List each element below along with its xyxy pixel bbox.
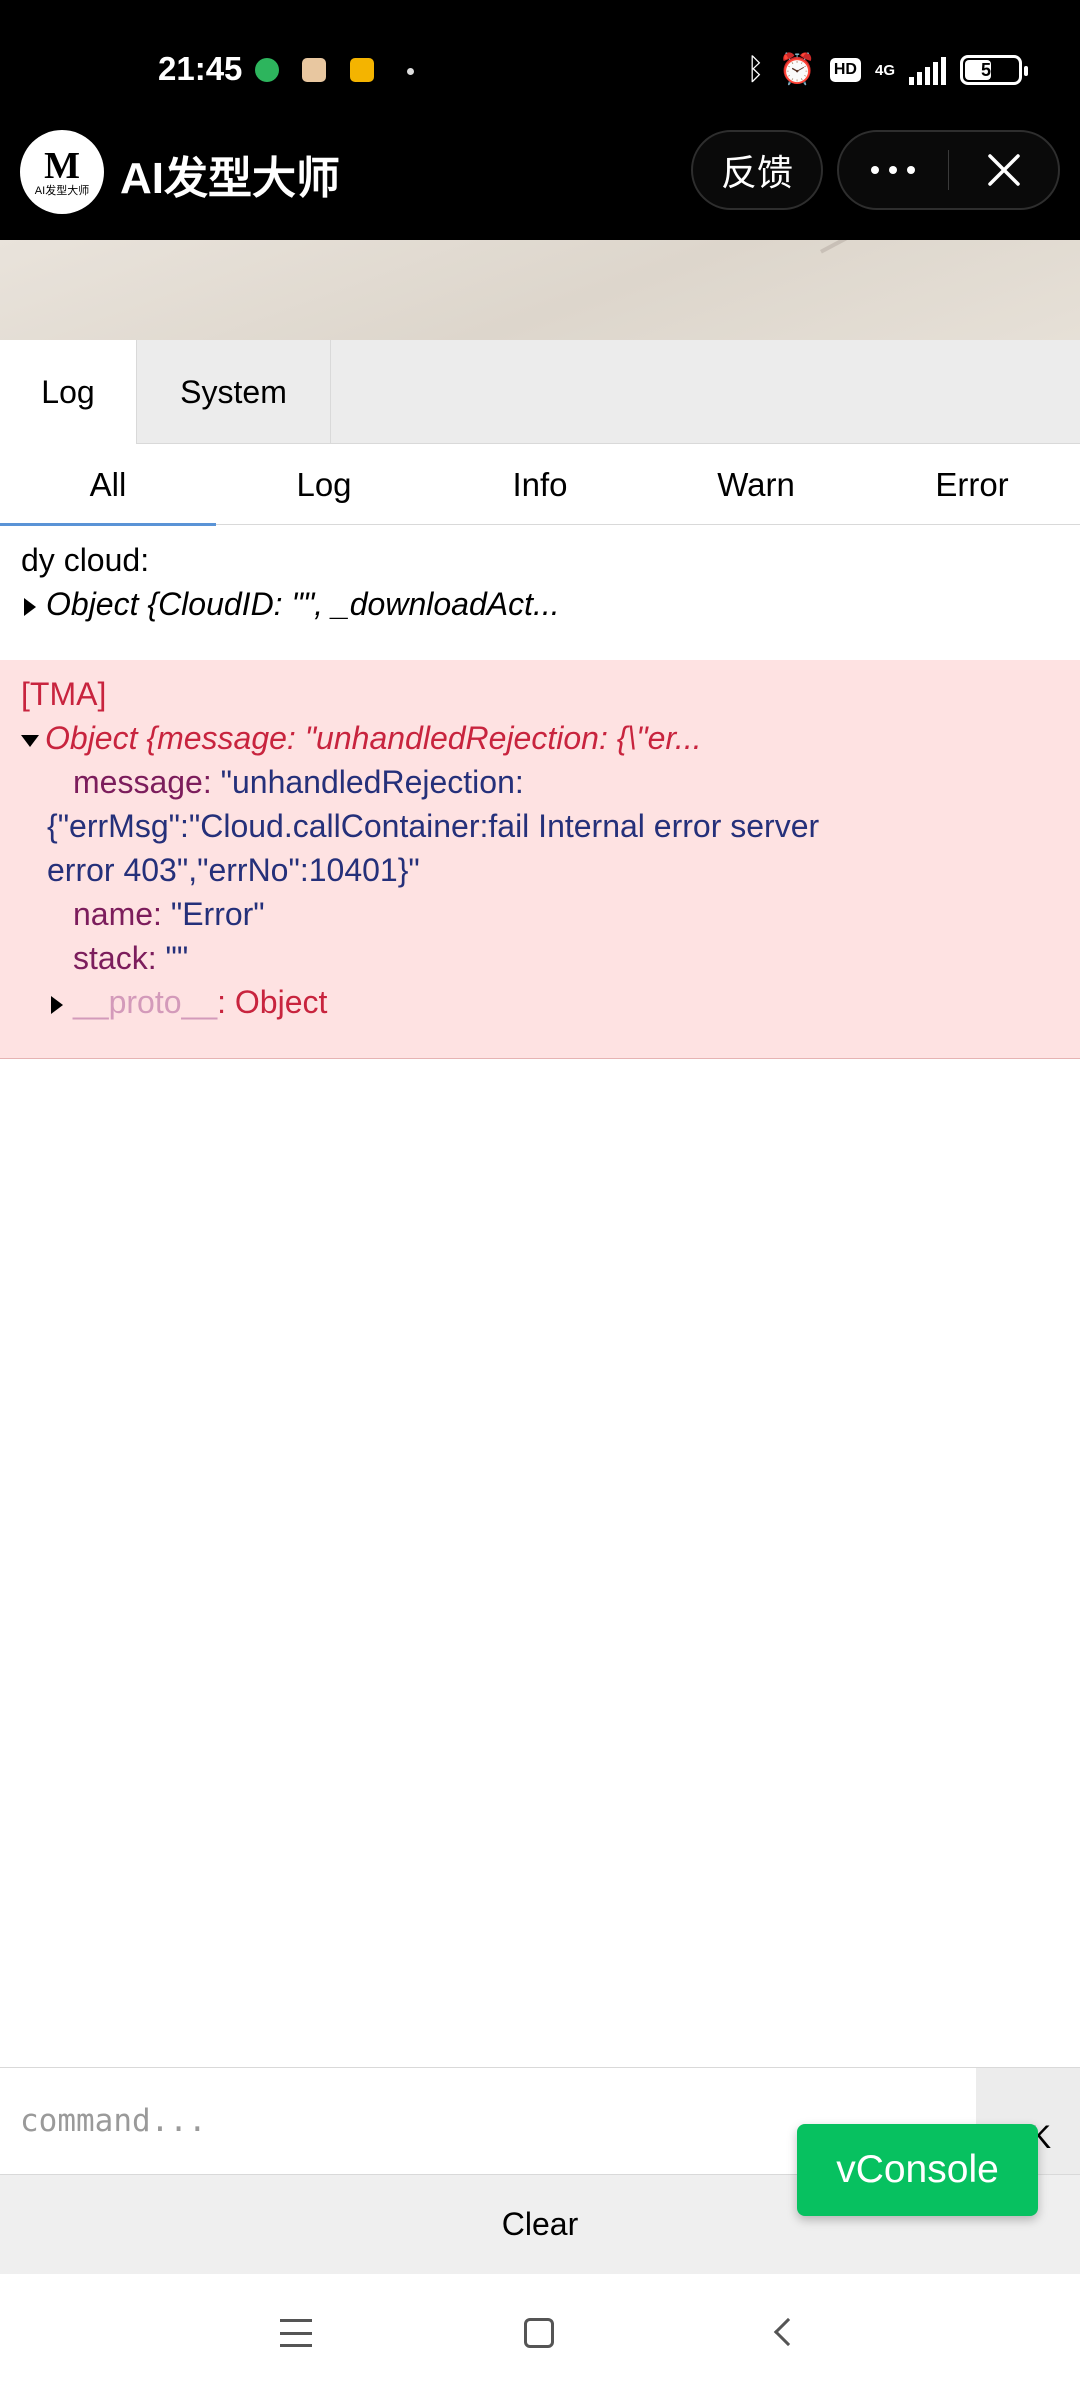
mini-program-title-bar: M AI发型大师 AI发型大师 反馈 xyxy=(0,130,1080,240)
more-button[interactable] xyxy=(839,132,948,208)
vconsole-toggle-button[interactable]: vConsole xyxy=(797,2124,1038,2216)
field-value: "Error" xyxy=(170,896,265,932)
log-entry: dy cloud: Object {CloudID: "", _download… xyxy=(0,526,1080,660)
logo-caption: AI发型大师 xyxy=(34,184,90,197)
vconsole-panel-tabs: Log System xyxy=(0,340,1080,444)
field-value: "unhandledRejection: xyxy=(220,764,524,800)
error-object-expander[interactable]: Object {message: "unhandledRejection: {\… xyxy=(21,720,702,757)
log-prefix: dy cloud: xyxy=(21,542,150,578)
close-icon xyxy=(987,154,1020,186)
app-title: AI发型大师 xyxy=(120,154,340,203)
app-notification-icon xyxy=(255,58,279,82)
filter-log[interactable]: Log xyxy=(216,444,432,525)
collapse-arrow-icon xyxy=(21,734,39,747)
battery-icon: 54 xyxy=(960,55,1028,85)
status-bar: 21:45 ᛒ ⏰ HD 4G 54 xyxy=(0,0,1080,130)
error-log-entry: [TMA] Object {message: "unhandledRejecti… xyxy=(0,660,1080,1059)
filter-info[interactable]: Info xyxy=(432,444,648,525)
log-filter-tabs: All Log Info Warn Error xyxy=(0,444,1080,526)
back-icon[interactable] xyxy=(773,2317,803,2347)
gallery-icon xyxy=(302,58,326,82)
app-logo: M AI发型大师 xyxy=(20,130,104,214)
signal-icon xyxy=(909,55,946,85)
network-type: 4G xyxy=(874,61,895,79)
field-key: name xyxy=(73,896,154,932)
field-value: "" xyxy=(165,940,189,976)
tab-log[interactable]: Log xyxy=(0,340,137,444)
field-key: message xyxy=(73,764,203,800)
home-icon[interactable] xyxy=(524,2318,554,2348)
status-right-group: ᛒ ⏰ HD 4G 54 xyxy=(746,50,1028,90)
status-time: 21:45 xyxy=(158,50,243,87)
message-value-line3: error 403","errNo":10401}" xyxy=(47,852,420,888)
message-field: message: "unhandledRejection: xyxy=(73,764,524,800)
field-key: stack xyxy=(73,940,148,976)
alarm-icon: ⏰ xyxy=(778,53,816,86)
close-button[interactable] xyxy=(949,132,1058,208)
system-navigation-bar xyxy=(0,2274,1080,2400)
filter-error[interactable]: Error xyxy=(864,444,1080,525)
filter-warn[interactable]: Warn xyxy=(648,444,864,525)
page-background-strip xyxy=(0,240,1080,340)
feedback-button[interactable]: 反馈 xyxy=(691,130,823,210)
object-summary: Object {CloudID: "", _downloadAct... xyxy=(46,586,560,622)
logo-letter: M xyxy=(44,144,80,187)
bluetooth-icon: ᛒ xyxy=(746,53,765,86)
proto-key: __proto__ xyxy=(73,984,218,1020)
error-object-summary: Object {message: "unhandledRejection: {\… xyxy=(45,720,702,756)
object-expander[interactable]: Object {CloudID: "", _downloadAct... xyxy=(24,586,560,623)
recents-menu-icon[interactable] xyxy=(280,2319,312,2347)
capsule-menu xyxy=(837,130,1060,210)
name-field: name: "Error" xyxy=(73,896,265,932)
car-icon xyxy=(350,58,374,82)
expand-arrow-icon xyxy=(51,995,63,1014)
battery-percent: 54 xyxy=(980,59,1002,80)
more-dots-icon xyxy=(871,166,916,174)
stack-field: stack: "" xyxy=(73,940,189,976)
error-prefix: [TMA] xyxy=(21,676,107,712)
filter-all[interactable]: All xyxy=(0,444,216,526)
proto-expander[interactable]: __proto__: Object xyxy=(51,984,327,1021)
more-notifications-dot xyxy=(407,68,414,75)
message-value-line2: {"errMsg":"Cloud.callContainer:fail Inte… xyxy=(47,808,820,844)
hd-badge: HD xyxy=(829,58,861,82)
proto-value: Object xyxy=(234,984,328,1020)
tab-system[interactable]: System xyxy=(137,340,331,444)
expand-arrow-icon xyxy=(24,597,36,616)
